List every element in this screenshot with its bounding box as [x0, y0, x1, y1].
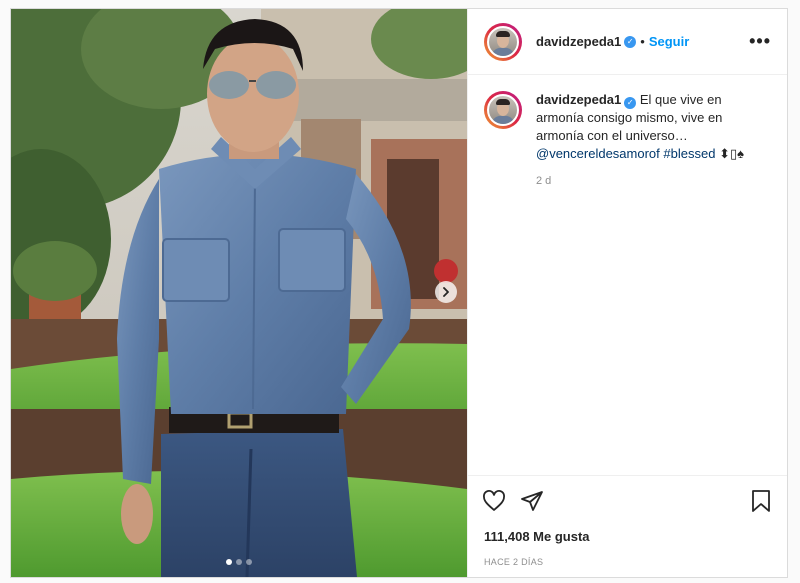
- carousel-indicator: [11, 559, 467, 565]
- post-caption: davidzepeda1 ✓ El que vive en armonía con…: [484, 91, 771, 163]
- save-button[interactable]: [747, 487, 775, 515]
- bookmark-icon: [752, 489, 770, 512]
- carousel-dot-3: [246, 559, 252, 565]
- like-button[interactable]: [480, 487, 508, 515]
- verified-badge-icon: ✓: [624, 35, 637, 48]
- photo-illustration: [11, 9, 467, 577]
- carousel-next-button[interactable]: [435, 281, 457, 303]
- separator-dot: •: [640, 34, 645, 49]
- avatar-image: [487, 25, 519, 58]
- author-username[interactable]: davidzepeda1: [536, 34, 621, 49]
- more-options-icon[interactable]: •••: [749, 31, 771, 52]
- post-sidebar: davidzepeda1 ✓ • Seguir ••• davidzepeda1…: [467, 9, 787, 577]
- carousel-dot-1: [226, 559, 232, 565]
- likes-count[interactable]: 111,408 Me gusta: [468, 525, 787, 547]
- caption-text: davidzepeda1 ✓ El que vive en armonía con…: [536, 91, 746, 163]
- carousel-dot-2: [236, 559, 242, 565]
- chevron-right-icon: [443, 287, 449, 297]
- author-avatar[interactable]: [484, 22, 522, 61]
- comments-section: davidzepeda1 ✓ El que vive en armonía con…: [468, 75, 787, 475]
- share-button[interactable]: [518, 487, 546, 515]
- caption-avatar[interactable]: [484, 91, 522, 129]
- action-bar: [468, 475, 787, 525]
- heart-icon: [483, 489, 505, 511]
- caption-avatar-image: [487, 94, 519, 126]
- caption-verified-badge-icon: ✓: [624, 97, 637, 109]
- paper-plane-icon: [521, 490, 543, 511]
- post-timestamp[interactable]: HACE 2 DÍAS: [468, 547, 787, 577]
- post-header: davidzepeda1 ✓ • Seguir •••: [468, 9, 787, 75]
- hashtag-link[interactable]: #blessed: [663, 146, 715, 161]
- mention-link[interactable]: @vencereldesamorof: [536, 146, 660, 161]
- caption-emoji: ⬍▯♠: [719, 146, 745, 161]
- post-modal: davidzepeda1 ✓ • Seguir ••• davidzepeda1…: [10, 8, 788, 578]
- caption-age[interactable]: 2 d: [536, 175, 771, 187]
- caption-username[interactable]: davidzepeda1: [536, 92, 621, 107]
- follow-button[interactable]: Seguir: [649, 34, 689, 49]
- post-photo[interactable]: [11, 9, 467, 577]
